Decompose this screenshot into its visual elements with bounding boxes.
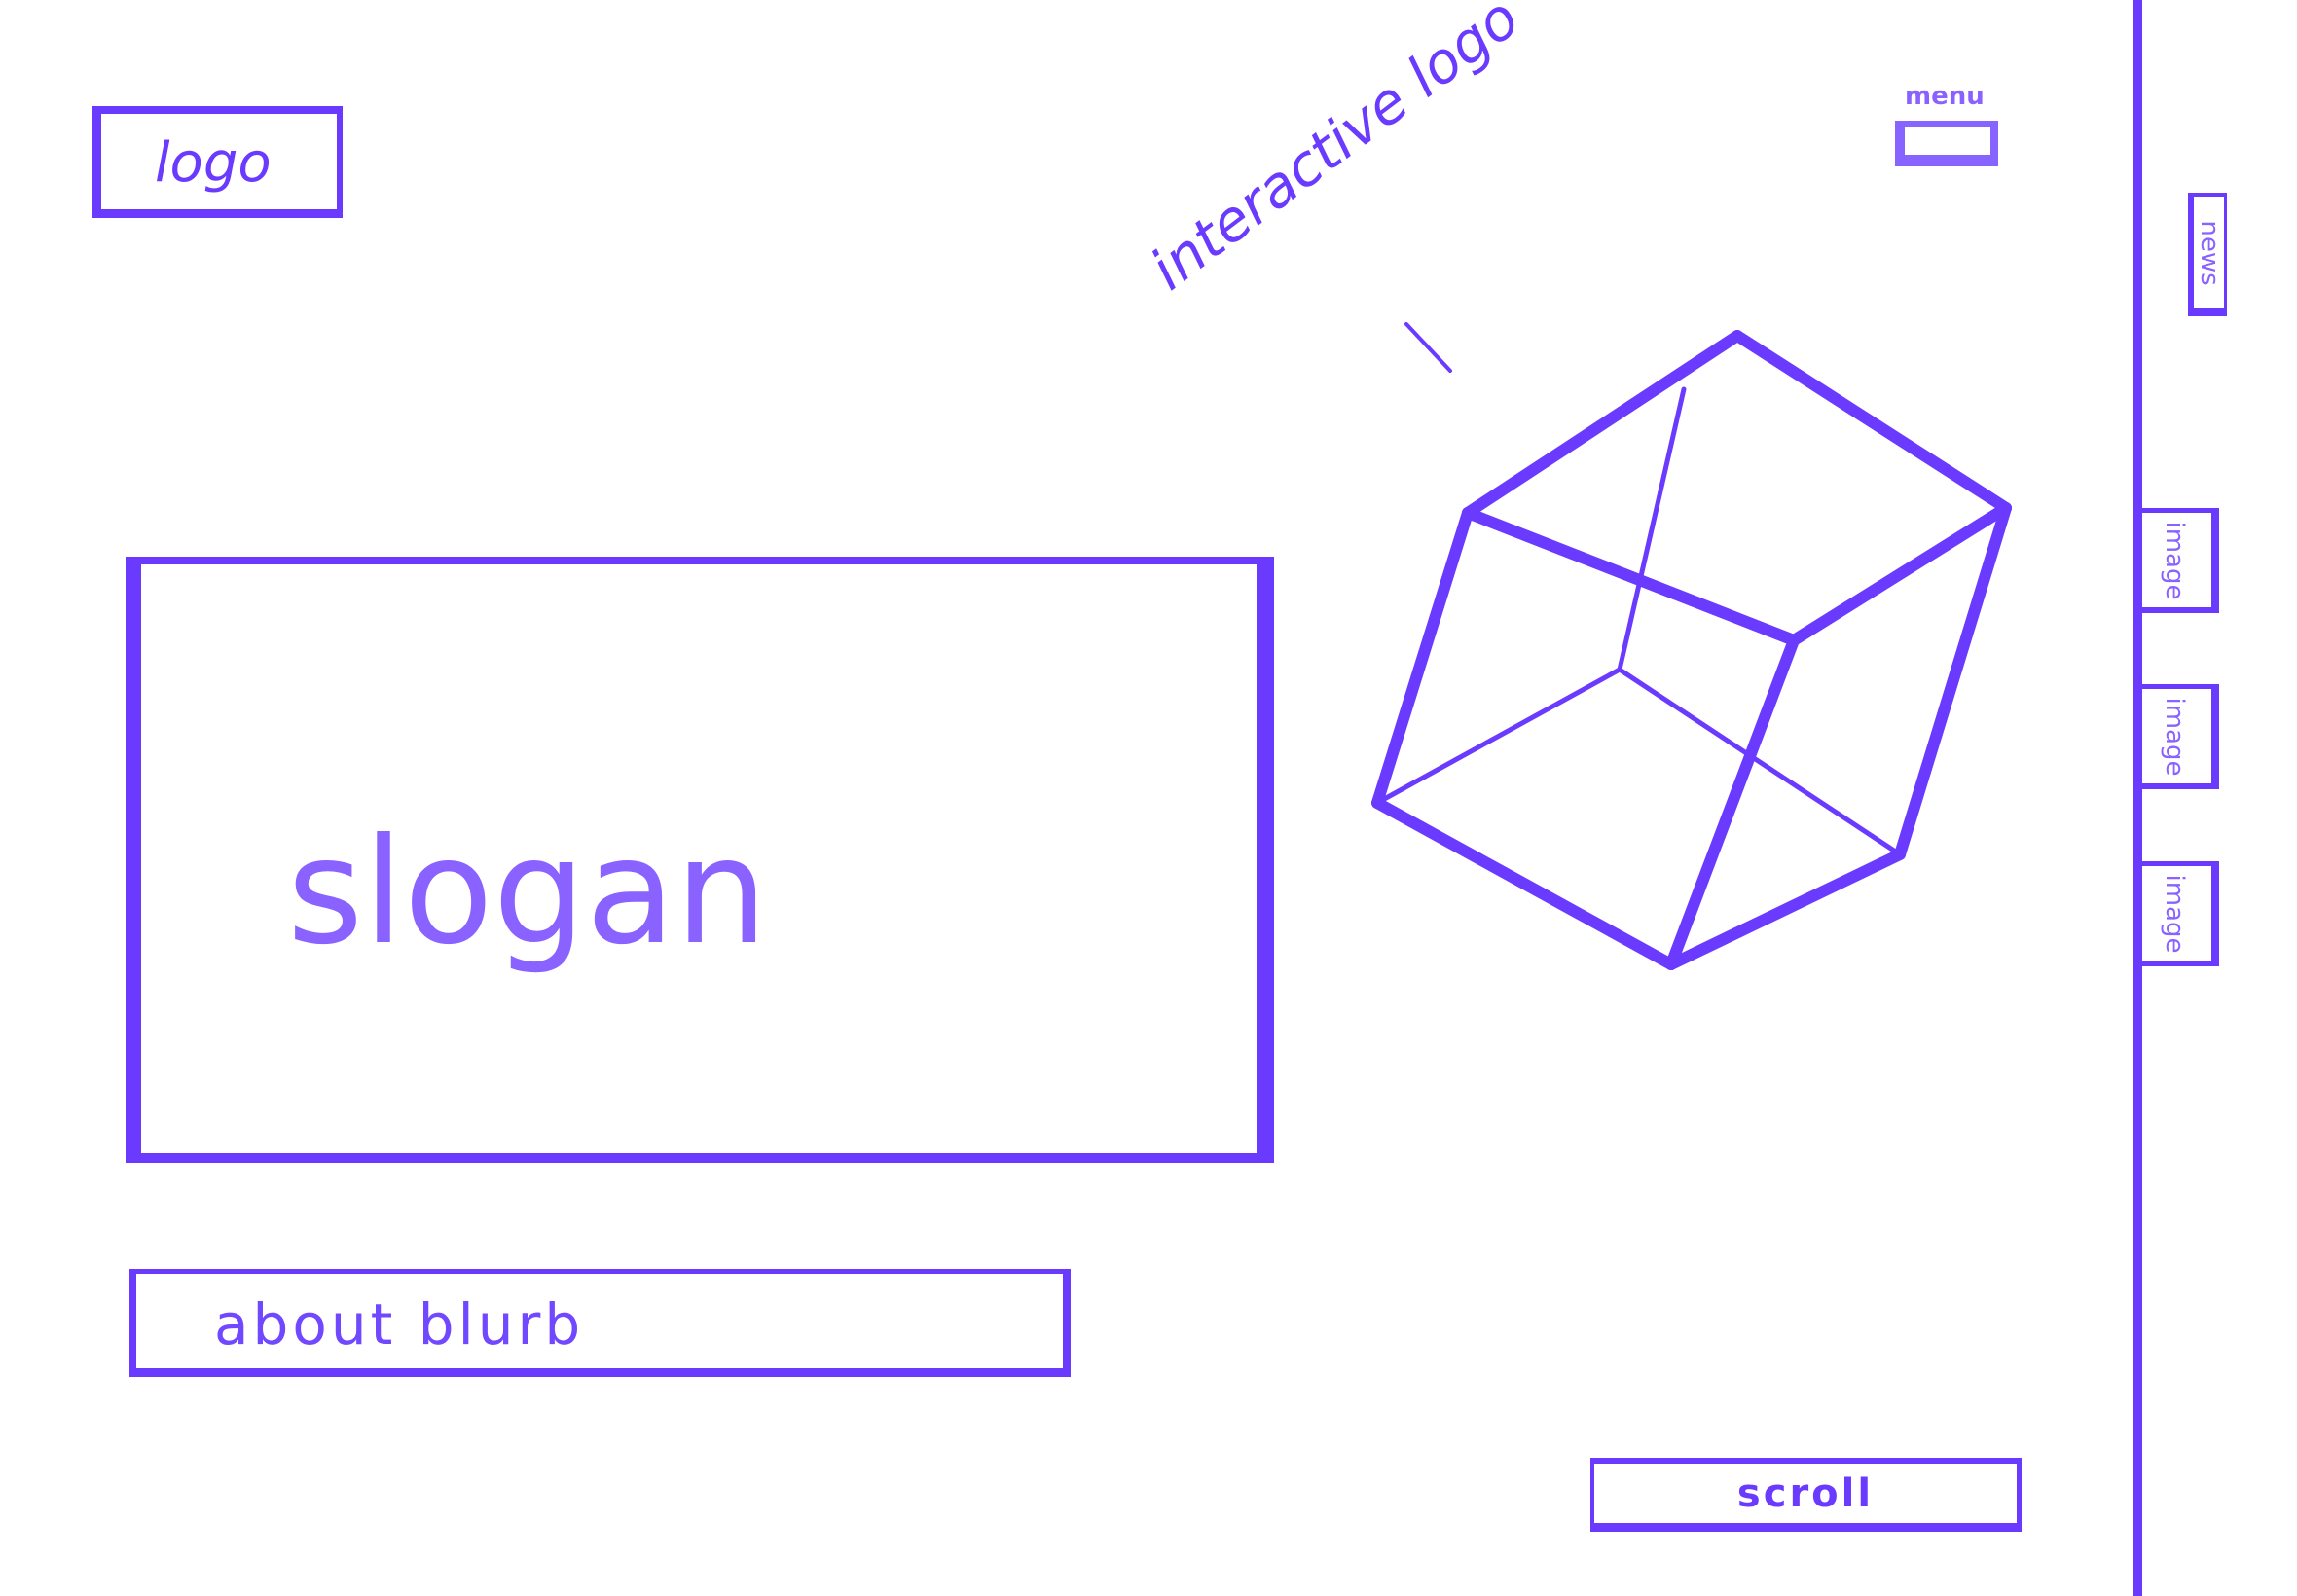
scroll-label: scroll: [1736, 1471, 1875, 1516]
menu-label: menu: [1905, 82, 1985, 111]
sidebar-image-3[interactable]: image: [2137, 861, 2219, 966]
sidebar-divider: [2133, 0, 2142, 1596]
about-blurb: about blurb: [129, 1269, 1071, 1377]
cube-edge: [1371, 797, 1677, 970]
scroll-button[interactable]: scroll: [1590, 1458, 2022, 1532]
cube-edge: [1732, 330, 2012, 514]
menu-button[interactable]: [1895, 121, 1998, 166]
slogan-section: slogan: [126, 557, 1274, 1163]
pointer-line: [1404, 322, 1452, 373]
about-blurb-text: about blurb: [214, 1291, 585, 1358]
image-label: image: [2160, 521, 2189, 599]
cube-hidden-edge: [1617, 667, 1903, 857]
slogan-text: slogan: [287, 808, 768, 977]
cube-hidden-edge: [1617, 386, 1687, 672]
sidebar-image-2[interactable]: image: [2137, 684, 2219, 789]
image-label: image: [2160, 697, 2189, 776]
sidebar-image-1[interactable]: image: [2137, 508, 2219, 613]
cube-edge: [1462, 330, 1743, 519]
news-label: news: [2194, 219, 2224, 286]
image-label: image: [2160, 874, 2189, 953]
news-button[interactable]: news: [2188, 193, 2227, 316]
